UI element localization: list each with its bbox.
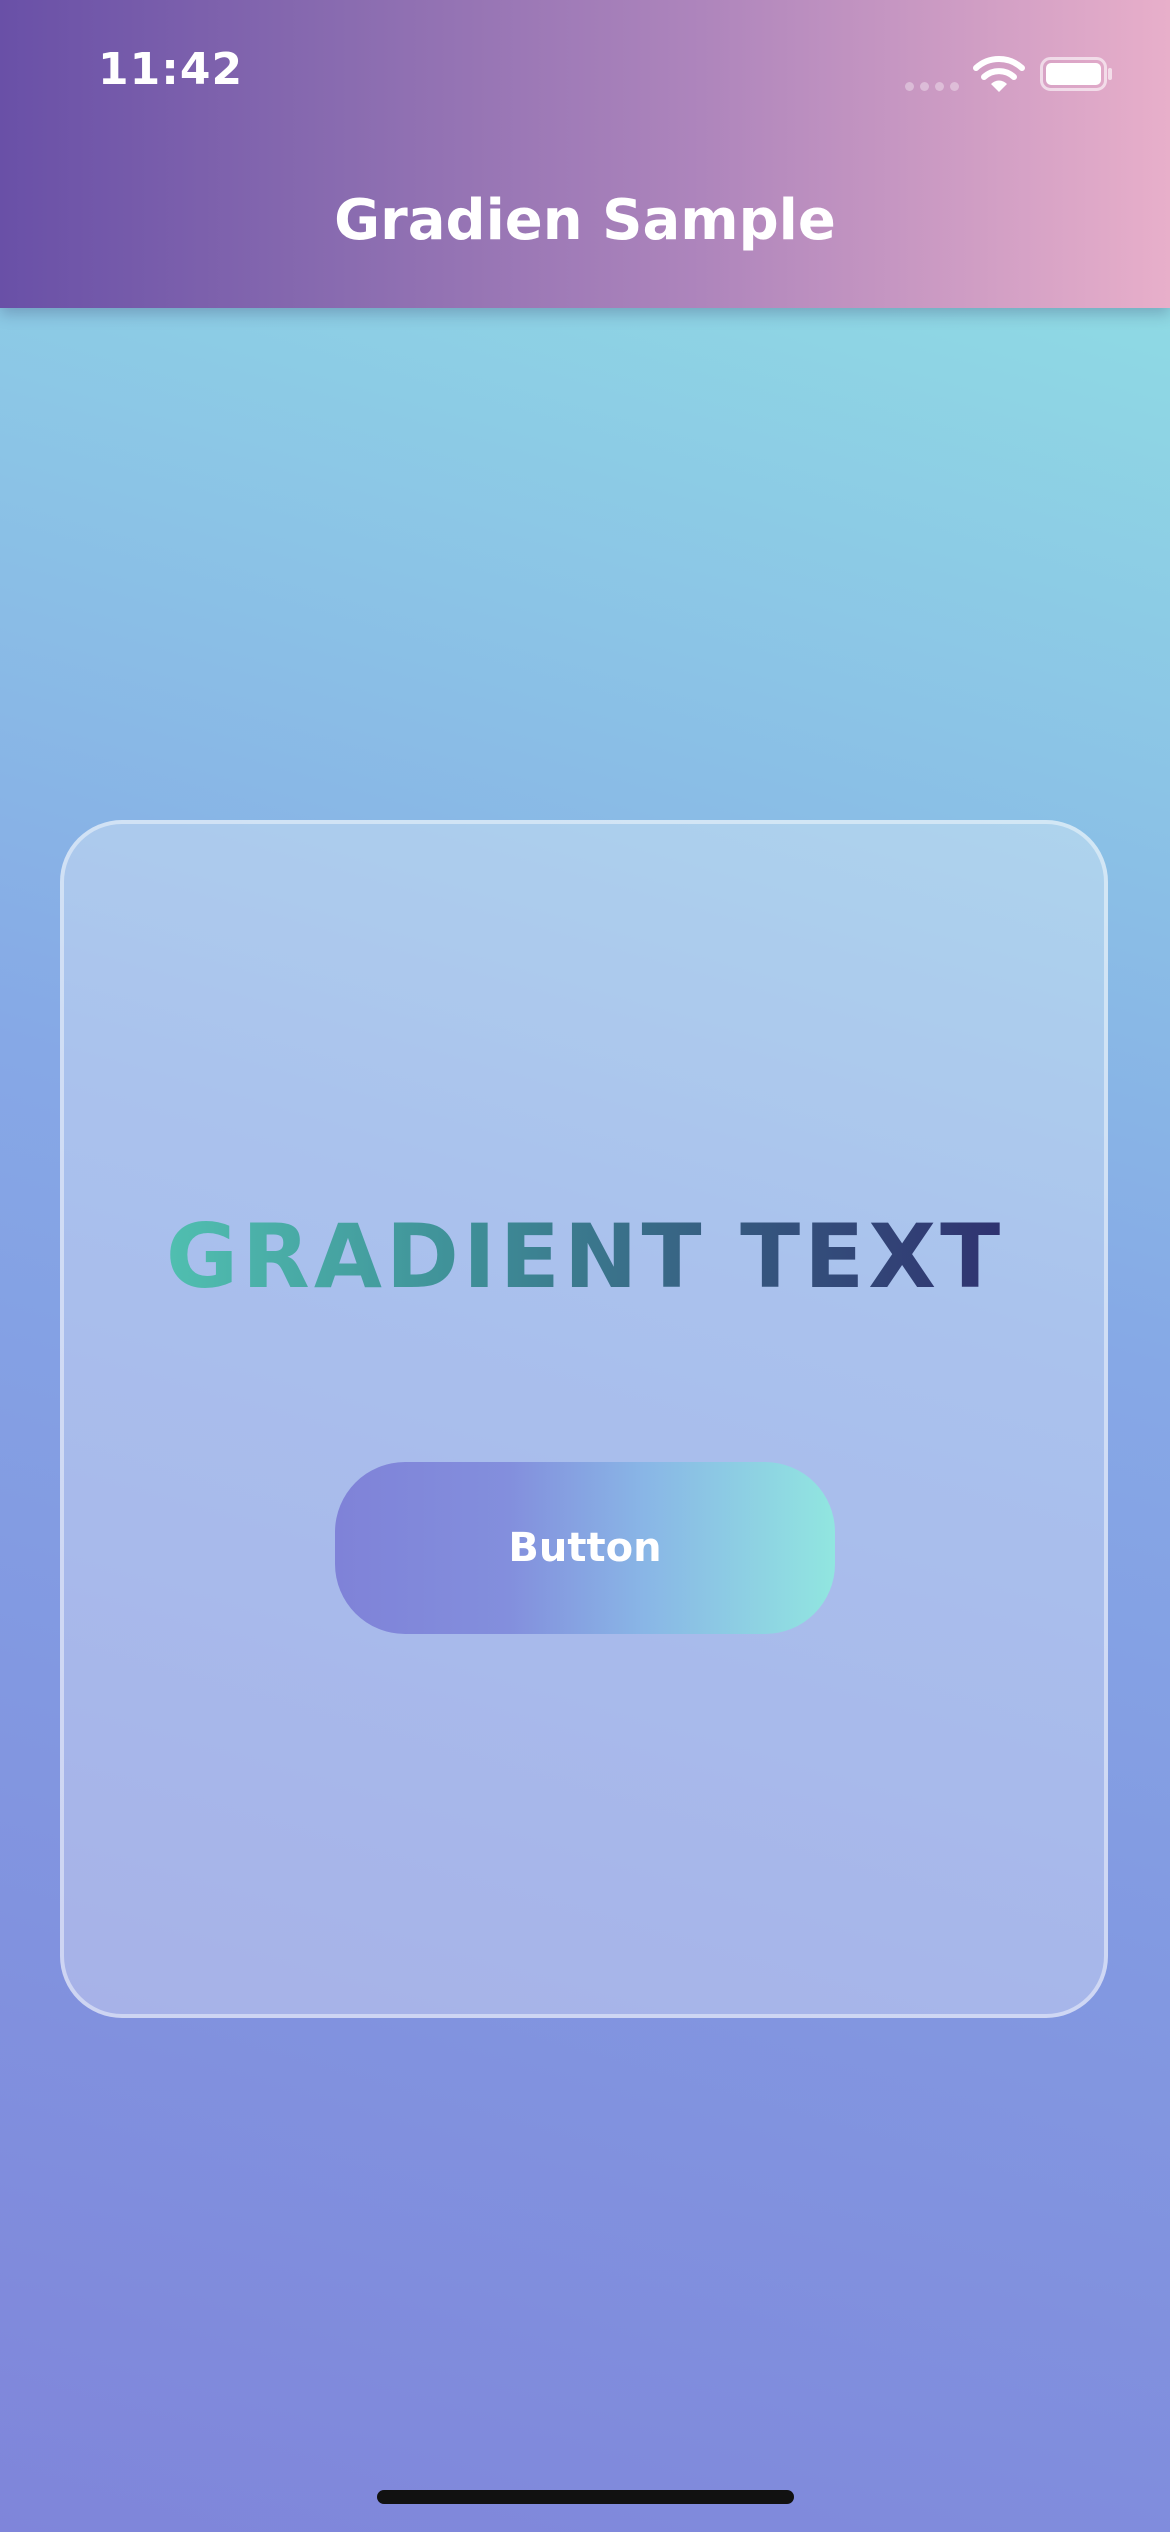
cellular-signal-icon	[905, 82, 959, 92]
glass-card	[60, 820, 1108, 2018]
status-time: 11:42	[98, 44, 244, 95]
page-title: Gradien Sample	[334, 188, 836, 253]
gradient-heading-text: GRADIENT TEXT	[165, 1205, 1005, 1308]
gradient-heading: GRADIENT TEXT	[0, 1202, 1170, 1312]
wifi-icon	[973, 56, 1025, 92]
home-indicator[interactable]	[377, 2490, 794, 2504]
battery-icon	[1040, 57, 1112, 91]
app-header: 11:42 Gradien Sample	[0, 0, 1170, 308]
gradient-button[interactable]: Button	[335, 1462, 835, 1634]
